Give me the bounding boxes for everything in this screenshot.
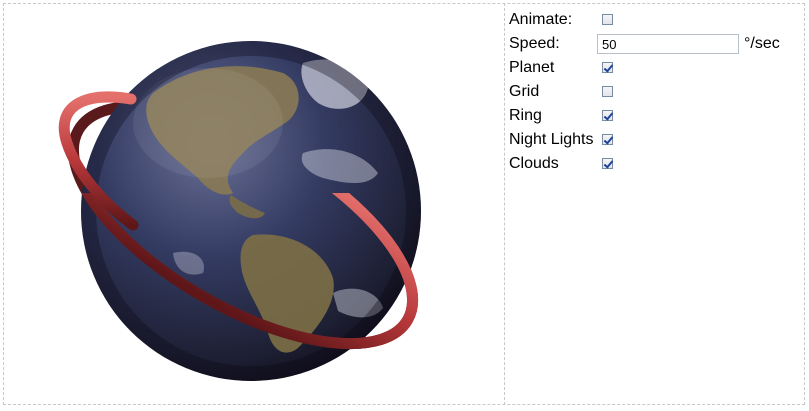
clouds-row: Clouds	[509, 152, 799, 176]
night-lights-row: Night Lights	[509, 128, 799, 152]
ring-row: Ring	[509, 104, 799, 128]
animate-label: Animate:	[509, 11, 573, 28]
animate-checkbox[interactable]	[602, 14, 613, 25]
night-lights-checkbox[interactable]	[602, 134, 613, 145]
grid-label: Grid	[509, 83, 540, 100]
planet-checkbox[interactable]	[602, 62, 613, 73]
planet-label: Planet	[509, 59, 555, 76]
planet-row: Planet	[509, 56, 799, 80]
ring-label: Ring	[509, 107, 542, 124]
clouds-label: Clouds	[509, 155, 559, 172]
controls-panel: Animate: Speed: °/sec Planet Grid Ring N…	[509, 8, 799, 176]
speed-label: Speed:	[509, 35, 560, 52]
webgl-canvas[interactable]	[3, 3, 505, 405]
animate-row: Animate:	[509, 8, 799, 32]
grid-row: Grid	[509, 80, 799, 104]
ring-checkbox[interactable]	[602, 110, 613, 121]
speed-unit: °/sec	[744, 35, 780, 52]
speed-row: Speed: °/sec	[509, 32, 799, 56]
grid-checkbox[interactable]	[602, 86, 613, 97]
speed-input[interactable]	[597, 34, 739, 54]
night-lights-label: Night Lights	[509, 131, 594, 148]
earth-globe	[81, 41, 421, 381]
clouds-checkbox[interactable]	[602, 158, 613, 169]
globe-scene	[58, 41, 421, 381]
